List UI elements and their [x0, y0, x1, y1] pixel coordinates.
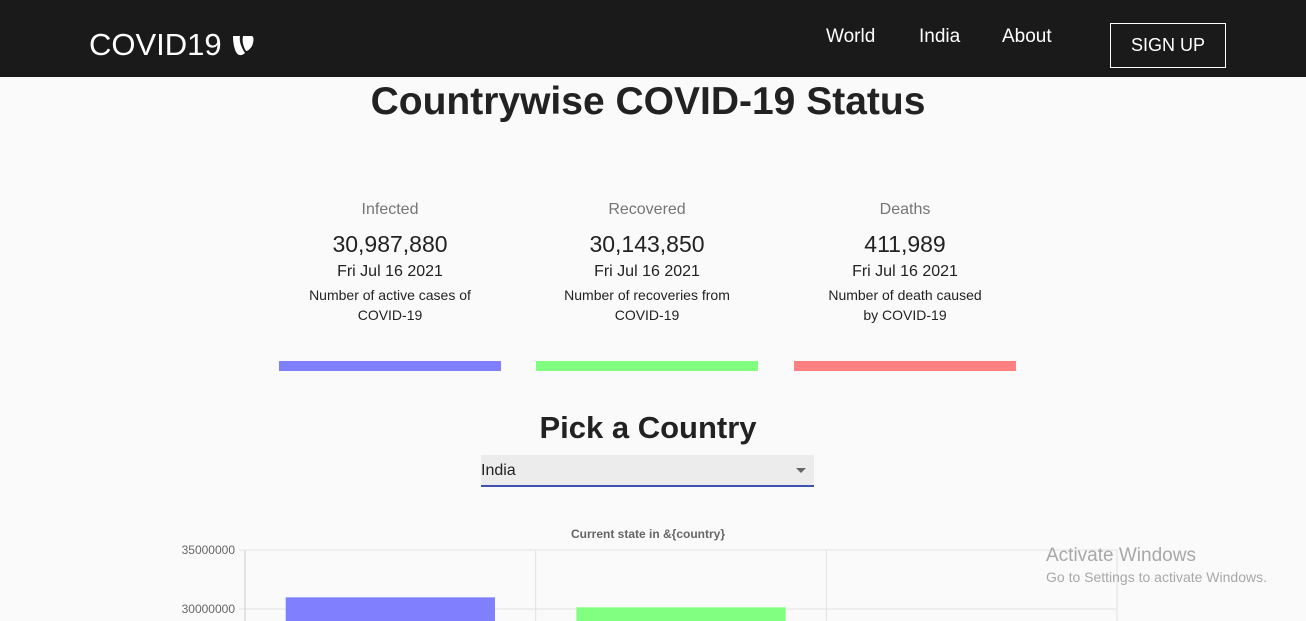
- card-value: 411,989: [864, 231, 946, 257]
- country-select-value: India: [481, 462, 516, 479]
- watermark-title: Activate Windows: [1046, 545, 1196, 566]
- chart-bar-recovered: [576, 607, 786, 621]
- chart-y-tick-label: 35000000: [182, 543, 236, 557]
- card-value: 30,143,850: [589, 231, 705, 257]
- chart-bar-infected: [285, 597, 495, 621]
- recovered-card: Recovered 30,143,850 Fri Jul 16 2021 Num…: [536, 200, 758, 325]
- card-label: Infected: [361, 201, 419, 218]
- recovered-color-bar: [536, 361, 758, 371]
- card-description: Number of recoveries from COVID-19: [564, 287, 730, 323]
- dropdown-arrow-icon: [796, 468, 806, 473]
- chart-y-tick-label: 30000000: [182, 602, 236, 616]
- page-title: Countrywise COVID-19 Status: [370, 80, 926, 123]
- activate-windows-watermark: Activate Windows Go to Settings to activ…: [1046, 545, 1267, 586]
- deaths-card: Deaths 411,989 Fri Jul 16 2021 Number of…: [794, 200, 1016, 325]
- brand-logo-link[interactable]: COVID19: [89, 26, 256, 64]
- card-date: Fri Jul 16 2021: [594, 263, 700, 280]
- chart-title: Current state in &{country}: [571, 527, 725, 541]
- brand-name: COVID19: [89, 27, 222, 62]
- card-value: 30,987,880: [332, 231, 448, 257]
- chart-y-axis: 35000000 30000000: [182, 543, 236, 616]
- infected-card: Infected 30,987,880 Fri Jul 16 2021 Numb…: [279, 200, 501, 325]
- typo3-logo-icon: [232, 36, 254, 56]
- card-label: Recovered: [608, 201, 686, 218]
- country-select[interactable]: India: [481, 455, 814, 487]
- card-date: Fri Jul 16 2021: [337, 263, 443, 280]
- watermark-subtitle: Go to Settings to activate Windows.: [1046, 569, 1267, 585]
- card-date: Fri Jul 16 2021: [852, 263, 958, 280]
- sign-up-button[interactable]: SIGN UP: [1110, 23, 1226, 68]
- nav-link-india[interactable]: India: [919, 26, 960, 48]
- infected-color-bar: [279, 361, 501, 371]
- card-label: Deaths: [879, 201, 931, 218]
- pick-country-title: Pick a Country: [539, 410, 757, 445]
- nav-link-about[interactable]: About: [1002, 26, 1052, 48]
- card-description: Number of death caused by COVID-19: [828, 287, 982, 323]
- deaths-color-bar: [794, 361, 1016, 371]
- navbar: COVID19 World India About SIGN UP: [0, 0, 1306, 77]
- card-description: Number of active cases of COVID-19: [309, 287, 471, 323]
- nav-link-world[interactable]: World: [826, 26, 875, 48]
